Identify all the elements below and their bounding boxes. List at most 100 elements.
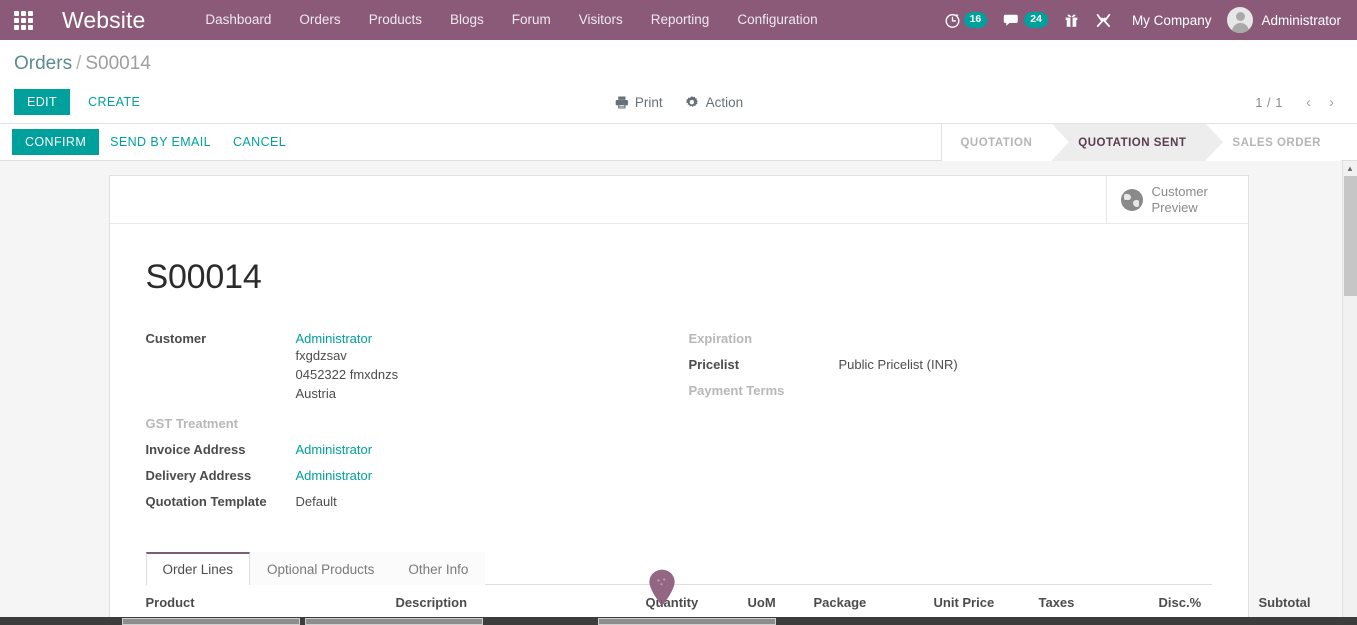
column-header-uom[interactable]: UoM [735, 585, 814, 621]
taskbar-window-3[interactable] [598, 618, 776, 625]
field-pricelist: Pricelist Public Pricelist (INR) [689, 357, 1212, 372]
breadcrumb: Orders / S00014 [0, 40, 1357, 75]
edit-button[interactable]: EDIT [14, 89, 71, 115]
stage-quotation-sent[interactable]: QUOTATION SENT [1052, 124, 1224, 161]
menu-item-reporting[interactable]: Reporting [637, 0, 724, 40]
field-label-quotation-template: Quotation Template [145, 494, 267, 509]
field-delivery-address: Delivery Address Administrator [146, 468, 679, 483]
customer-preview-button[interactable]: Customer Preview [1105, 176, 1248, 223]
breadcrumb-current: S00014 [85, 53, 151, 74]
globe-icon [1120, 188, 1143, 211]
messages-menu[interactable]: 24 [995, 0, 1056, 40]
field-label-invoice-address: Invoice Address [145, 442, 246, 457]
printer-icon [615, 96, 628, 108]
action-label: Action [705, 94, 744, 110]
main-menu: Dashboard Orders Products Blogs Forum Vi… [191, 0, 831, 40]
pager-count: 1 / 1 [1255, 94, 1283, 110]
menu-item-forum[interactable]: Forum [498, 0, 565, 40]
menu-item-products[interactable]: Products [355, 0, 436, 40]
tab-other-info[interactable]: Other Info [391, 552, 486, 585]
avatar [1227, 7, 1254, 33]
form-view-area: Customer Preview S00014 Customer Adminis… [0, 161, 1357, 622]
pager: 1 / 1 ‹ › [1255, 93, 1341, 112]
field-value-delivery-address[interactable]: Administrator [296, 468, 373, 483]
messages-count: 24 [1024, 12, 1048, 28]
field-label-expiration: Expiration [688, 331, 753, 346]
gift-icon [1065, 14, 1078, 27]
clock-icon [945, 13, 960, 28]
statusbar-stages: QUOTATION QUOTATION SENT SALES ORDER [941, 124, 1341, 161]
field-invoice-address: Invoice Address Administrator [146, 442, 679, 457]
field-payment-terms: Payment Terms [689, 383, 1212, 398]
page-title: S00014 [145, 258, 262, 296]
customer-address-line-2: 0452322 fmxdnzs [295, 367, 399, 382]
column-header-taxes[interactable]: Taxes [1028, 585, 1159, 621]
print-menu[interactable]: Print [614, 95, 663, 110]
column-header-subtotal[interactable]: Subtotal [1258, 585, 1354, 621]
customer-address-line-3: Austria [295, 386, 336, 401]
send-by-email-button[interactable]: SEND BY EMAIL [99, 130, 222, 154]
action-menu[interactable]: Action [685, 94, 744, 110]
column-header-unit-price[interactable]: Unit Price [933, 585, 1029, 621]
taskbar-window-2[interactable] [305, 618, 483, 625]
field-label-gst-treatment: GST Treatment [145, 416, 238, 431]
apps-grid-icon[interactable] [0, 0, 46, 40]
gear-icon [686, 95, 699, 107]
control-panel-actions: Print Action [614, 95, 743, 110]
vertical-scrollbar[interactable]: ▲ [1342, 161, 1357, 622]
pager-next-button[interactable]: › [1322, 93, 1341, 112]
column-header-product[interactable]: Product [145, 585, 396, 621]
column-header-quantity[interactable]: Quantity [645, 585, 736, 621]
field-quotation-template: Quotation Template Default [146, 494, 679, 509]
gift-menu[interactable] [1056, 0, 1087, 40]
company-switcher[interactable]: My Company [1120, 13, 1224, 28]
notebook-tabs: Order Lines Optional Products Other Info [145, 552, 1212, 585]
field-customer: Customer Administrator fxgdzsav 0452322 … [146, 331, 679, 403]
cancel-button[interactable]: CANCEL [222, 130, 297, 154]
column-header-description[interactable]: Description [395, 585, 646, 621]
notebook: Order Lines Optional Products Other Info… [145, 552, 1357, 622]
field-value-quotation-template[interactable]: Default [296, 494, 337, 509]
form-fields: Customer Administrator fxgdzsav 0452322 … [146, 331, 1212, 520]
menu-item-visitors[interactable]: Visitors [565, 0, 637, 40]
customer-address-line-1: fxgdzsav [295, 348, 347, 363]
field-value-pricelist[interactable]: Public Pricelist (INR) [839, 357, 958, 372]
field-value-invoice-address[interactable]: Administrator [296, 442, 373, 457]
field-value-customer[interactable]: Administrator [296, 331, 373, 346]
user-name: Administrator [1261, 12, 1341, 28]
stage-sales-order[interactable]: SALES ORDER [1206, 124, 1341, 161]
scrollbar-thumb[interactable] [1344, 176, 1357, 296]
pager-previous-button[interactable]: ‹ [1299, 93, 1318, 112]
user-menu[interactable]: Administrator [1223, 7, 1349, 33]
breadcrumb-separator: / [76, 53, 82, 74]
menu-item-orders[interactable]: Orders [285, 0, 354, 40]
customer-preview-line2: Preview [1151, 199, 1198, 215]
confirm-button[interactable]: CONFIRM [12, 129, 100, 155]
field-label-payment-terms: Payment Terms [688, 383, 785, 398]
scroll-up-arrow-icon[interactable]: ▲ [1343, 161, 1357, 176]
activities-menu[interactable]: 16 [936, 0, 996, 40]
tools-menu[interactable] [1087, 0, 1120, 40]
form-sheet: Customer Preview S00014 Customer Adminis… [108, 175, 1357, 622]
field-label-delivery-address: Delivery Address [145, 468, 252, 483]
field-expiration: Expiration [689, 331, 1212, 346]
os-taskbar [0, 617, 1357, 625]
tab-optional-products[interactable]: Optional Products [250, 552, 392, 585]
brand-title[interactable]: Website [46, 7, 163, 34]
table-header-row: Product Description Quantity UoM Package… [145, 585, 1357, 621]
column-header-discount[interactable]: Disc.% [1158, 585, 1259, 621]
customer-preview-line1: Customer [1151, 183, 1208, 199]
menu-item-configuration[interactable]: Configuration [723, 0, 831, 40]
column-header-package[interactable]: Package [813, 585, 934, 621]
form-column-left: Customer Administrator fxgdzsav 0452322 … [146, 331, 679, 520]
stage-quotation[interactable]: QUOTATION [942, 124, 1071, 161]
breadcrumb-parent[interactable]: Orders [14, 53, 72, 74]
tab-order-lines[interactable]: Order Lines [145, 552, 251, 585]
form-column-right: Expiration Pricelist Public Pricelist (I… [679, 331, 1212, 520]
print-label: Print [634, 94, 663, 110]
taskbar-window-1[interactable] [122, 618, 300, 625]
create-button[interactable]: CREATE [76, 89, 152, 115]
menu-item-blogs[interactable]: Blogs [436, 0, 498, 40]
menu-item-dashboard[interactable]: Dashboard [191, 0, 285, 40]
activities-count: 16 [963, 12, 988, 28]
